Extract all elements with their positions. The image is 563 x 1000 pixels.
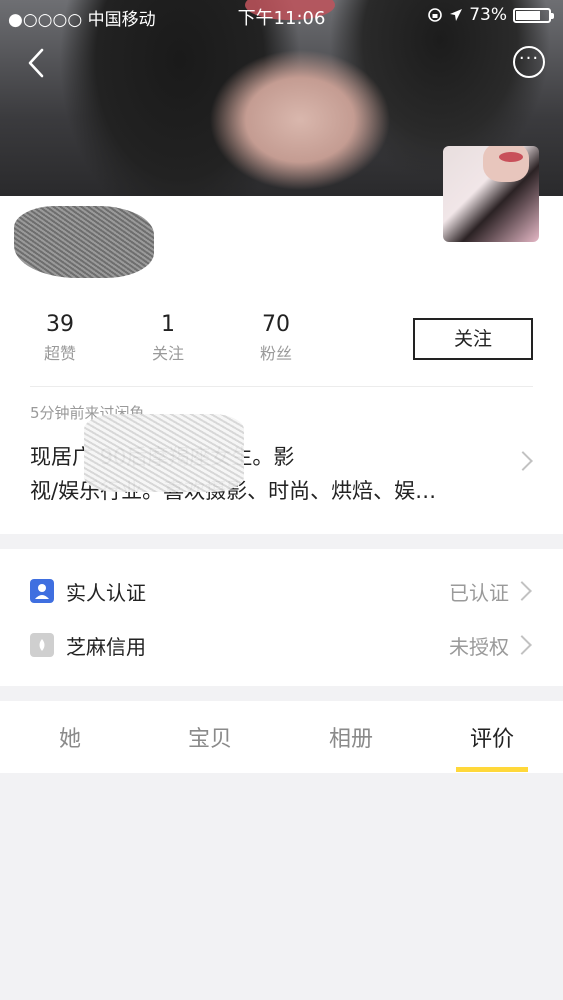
chevron-left-icon bbox=[28, 48, 44, 78]
redacted-location bbox=[84, 414, 244, 492]
back-button[interactable] bbox=[22, 46, 52, 80]
verify-row-sesame[interactable]: 芝麻信用 未授权 bbox=[0, 617, 563, 671]
divider bbox=[30, 386, 533, 387]
battery-icon bbox=[513, 7, 554, 23]
stat-value: 39 bbox=[46, 312, 74, 337]
verify-value: 已认证 bbox=[449, 581, 509, 605]
lock-rotation-icon bbox=[428, 8, 443, 22]
status-bar: ●○○○○ 中国移动 下午11:06 73% bbox=[0, 0, 563, 32]
follow-button[interactable]: 关注 bbox=[413, 318, 533, 360]
stat-value: 70 bbox=[262, 312, 290, 337]
stat-value: 1 bbox=[161, 312, 175, 337]
id-verify-icon bbox=[30, 579, 54, 603]
more-horizontal-icon: ··· bbox=[518, 48, 540, 69]
verification-section: 实人认证 已认证 芝麻信用 未授权 bbox=[0, 549, 563, 686]
redacted-username bbox=[14, 206, 154, 278]
stat-label: 超赞 bbox=[43, 344, 76, 363]
tab-bar: 她 宝贝 相册 评价 bbox=[0, 701, 563, 773]
status-right: 73% bbox=[427, 5, 554, 25]
chevron-right-icon bbox=[512, 635, 532, 655]
battery-percent: 73% bbox=[469, 5, 507, 25]
sesame-credit-icon bbox=[30, 633, 54, 657]
verify-value: 未授权 bbox=[449, 635, 509, 659]
stat-label: 粉丝 bbox=[259, 344, 292, 363]
verify-label: 实人认证 bbox=[66, 581, 146, 605]
tab-reviews[interactable]: 评价 bbox=[422, 721, 562, 753]
chevron-right-icon bbox=[512, 581, 532, 601]
stat-following[interactable]: 1 关注 bbox=[133, 310, 203, 368]
tab-items[interactable]: 宝贝 bbox=[140, 721, 280, 753]
tab-album[interactable]: 相册 bbox=[281, 721, 421, 753]
verify-label: 芝麻信用 bbox=[66, 635, 146, 659]
active-tab-indicator bbox=[456, 767, 528, 772]
verify-row-realname[interactable]: 实人认证 已认证 bbox=[0, 563, 563, 617]
avatar-lips bbox=[499, 152, 523, 162]
stat-likes[interactable]: 39 超赞 bbox=[25, 310, 95, 368]
tab-her[interactable]: 她 bbox=[0, 721, 140, 753]
stat-label: 关注 bbox=[151, 344, 184, 363]
more-button[interactable]: ··· bbox=[513, 46, 545, 78]
stat-followers[interactable]: 70 粉丝 bbox=[241, 310, 311, 368]
avatar[interactable] bbox=[443, 146, 539, 242]
location-icon bbox=[450, 9, 463, 21]
